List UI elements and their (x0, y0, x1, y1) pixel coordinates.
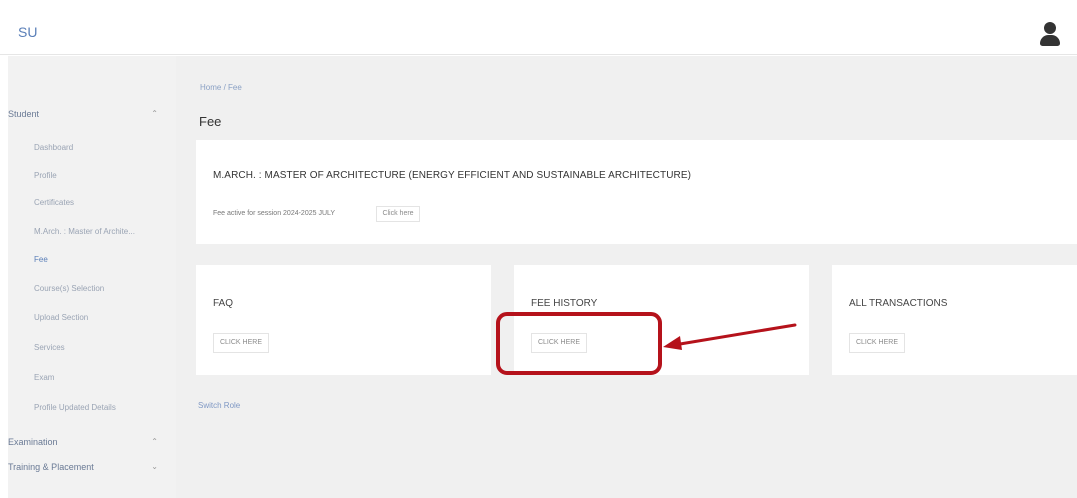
sidebar-section-label: Training & Placement (8, 462, 94, 472)
fee-session-click-button[interactable]: Click here (376, 206, 420, 222)
program-card: M.ARCH. : MASTER OF ARCHITECTURE (ENERGY… (196, 140, 1077, 244)
user-avatar-icon[interactable] (1040, 22, 1060, 48)
chevron-down-icon: ⌃ (151, 437, 158, 446)
program-title: M.ARCH. : MASTER OF ARCHITECTURE (ENERGY… (213, 170, 692, 181)
chevron-down-icon: ⌄ (151, 462, 158, 471)
all-transactions-click-button[interactable]: CLICK HERE (849, 333, 905, 353)
sidebar-section-examination[interactable]: Examination ⌃ (8, 437, 168, 447)
sidebar-item-profile[interactable]: Profile (34, 171, 57, 180)
sidebar-item-program[interactable]: M.Arch. : Master of Archite... (34, 227, 135, 236)
faq-card: FAQ CLICK HERE (196, 265, 491, 375)
sidebar-item-profile-updated-details[interactable]: Profile Updated Details (34, 403, 116, 412)
sidebar-item-upload-section[interactable]: Upload Section (34, 313, 88, 322)
sidebar (8, 56, 176, 498)
sidebar-item-dashboard[interactable]: Dashboard (34, 143, 73, 152)
sidebar-section-student[interactable]: Student ⌃ (8, 109, 168, 119)
sidebar-item-certificates[interactable]: Certificates (34, 198, 74, 207)
sidebar-section-label: Student (8, 109, 40, 119)
switch-role-link[interactable]: Switch Role (198, 401, 240, 410)
top-bar: SU (0, 8, 1077, 55)
brand-logo[interactable]: SU (18, 24, 37, 40)
sidebar-section-label: Examination (8, 437, 58, 447)
sidebar-section-training-placement[interactable]: Training & Placement ⌄ (8, 462, 168, 472)
annotation-arrow-icon (663, 323, 797, 350)
sidebar-item-fee[interactable]: Fee (34, 255, 48, 264)
highlight-box (496, 312, 662, 375)
fee-history-card-title: FEE HISTORY (531, 298, 598, 309)
faq-card-title: FAQ (213, 298, 234, 309)
faq-click-button[interactable]: CLICK HERE (213, 333, 269, 353)
page-title: Fee (199, 114, 222, 129)
sidebar-item-course-selection[interactable]: Course(s) Selection (34, 284, 104, 293)
all-transactions-card: ALL TRANSACTIONS CLICK HERE (832, 265, 1077, 375)
chevron-up-icon: ⌃ (151, 109, 158, 118)
all-transactions-card-title: ALL TRANSACTIONS (849, 298, 948, 309)
sidebar-item-services[interactable]: Services (34, 343, 65, 352)
fee-session-text: Fee active for session 2024-2025 JULY (213, 210, 336, 217)
sidebar-item-exam[interactable]: Exam (34, 373, 54, 382)
breadcrumb[interactable]: Home / Fee (200, 83, 242, 92)
